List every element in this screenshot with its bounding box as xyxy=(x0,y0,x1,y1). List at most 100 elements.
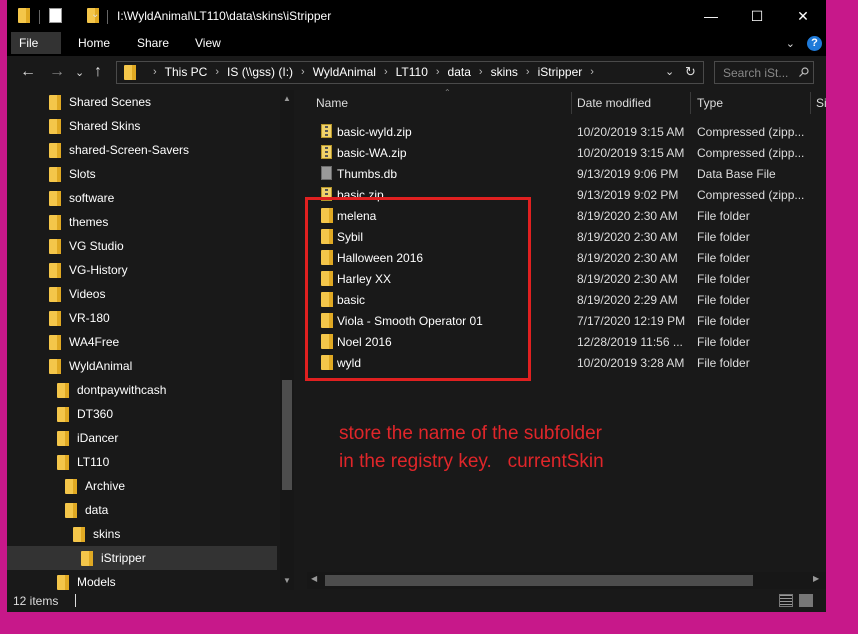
sidebar-item-data[interactable]: data xyxy=(65,498,108,522)
window-title: I:\WyldAnimal\LT110\data\skins\iStripper xyxy=(117,9,332,23)
file-row[interactable]: basic-wyld.zip 10/20/2019 3:15 AM Compress… xyxy=(297,121,826,142)
recent-locations-button[interactable]: ⌄ xyxy=(75,66,84,79)
up-button[interactable]: ↑ xyxy=(94,63,102,81)
help-icon[interactable]: ? xyxy=(807,36,822,51)
sidebar-item-skins[interactable]: skins xyxy=(73,522,120,546)
customize-quick-access-icon[interactable]: ⌄ xyxy=(91,9,99,20)
file-row[interactable]: Thumbs.db 9/13/2019 9:06 PM Data Base File xyxy=(297,163,826,184)
address-dropdown-icon[interactable]: ⌄ xyxy=(665,65,674,78)
sidebar-item-idancer[interactable]: iDancer xyxy=(57,426,118,450)
scroll-right-icon[interactable]: ▶ xyxy=(813,574,819,583)
breadcrumb-item[interactable]: WyldAnimal xyxy=(313,65,376,79)
navigation-bar: ← → ⌄ ↑ › This PC › IS (\\gss) (I:) › Wy… xyxy=(7,56,826,90)
scroll-left-icon[interactable]: ◀ xyxy=(311,574,317,583)
breadcrumb-item[interactable]: LT110 xyxy=(396,65,428,79)
sidebar-item-shared-scenes[interactable]: Shared Scenes xyxy=(49,90,151,114)
file-row[interactable]: basic-WA.zip 10/20/2019 3:15 AM Compressed… xyxy=(297,142,826,163)
folder-icon xyxy=(49,286,61,302)
column-header-name[interactable]: Name xyxy=(316,90,348,116)
sidebar-item-label: software xyxy=(69,191,115,205)
sidebar-item-software[interactable]: software xyxy=(49,186,114,210)
navigation-pane: Shared Scenes Shared Skins shared-Screen… xyxy=(7,90,296,590)
file-list-horizontal-scrollbar[interactable]: ◀ ▶ xyxy=(307,572,826,589)
breadcrumb-item[interactable]: iStripper xyxy=(538,65,583,79)
sidebar-item-label: Videos xyxy=(69,287,106,301)
column-header-size[interactable]: Si xyxy=(816,90,826,116)
sidebar-item-label: LT110 xyxy=(77,455,110,469)
expand-ribbon-icon[interactable]: ⌄ xyxy=(786,37,795,50)
file-name: basic-WA.zip xyxy=(337,146,407,160)
file-date: 8/19/2020 2:30 AM xyxy=(577,272,678,286)
sidebar-item-vg-history[interactable]: VG-History xyxy=(49,258,128,282)
sidebar-item-lt110[interactable]: LT110 xyxy=(57,450,109,474)
sidebar-item-istripper[interactable]: iStripper xyxy=(7,546,277,570)
file-type: File folder xyxy=(697,209,750,223)
sidebar-item-shared-screen-savers[interactable]: shared-Screen-Savers xyxy=(49,138,189,162)
sidebar-item-dt360[interactable]: DT360 xyxy=(57,402,113,426)
sidebar-item-label: dontpaywithcash xyxy=(77,383,167,397)
address-bar[interactable]: › This PC › IS (\\gss) (I:) › WyldAnimal… xyxy=(116,61,704,84)
column-divider[interactable] xyxy=(571,92,572,114)
scroll-up-icon[interactable]: ▲ xyxy=(283,94,291,103)
breadcrumb-item[interactable]: skins xyxy=(491,65,518,79)
refresh-icon[interactable]: ↻ xyxy=(685,64,696,80)
close-button[interactable]: ✕ xyxy=(780,0,826,32)
sidebar-item-label: skins xyxy=(93,527,121,541)
tab-file[interactable]: File xyxy=(11,32,61,54)
details-view-icon[interactable] xyxy=(779,594,793,607)
back-button[interactable]: ← xyxy=(20,63,36,81)
sidebar-item-wyldanimal[interactable]: WyldAnimal xyxy=(49,354,132,378)
sidebar-item-wa4free[interactable]: WA4Free xyxy=(49,330,119,354)
search-icon[interactable] xyxy=(799,67,809,77)
maximize-button[interactable]: ☐ xyxy=(734,0,780,32)
sidebar-item-shared-skins[interactable]: Shared Skins xyxy=(49,114,140,138)
tab-view[interactable]: View xyxy=(183,32,233,54)
ribbon-tabs: File Home Share View ⌄ ? xyxy=(7,32,826,56)
folder-icon xyxy=(49,262,61,278)
properties-icon[interactable] xyxy=(49,8,62,23)
sidebar-item-videos[interactable]: Videos xyxy=(49,282,105,306)
tab-home[interactable]: Home xyxy=(66,32,122,54)
column-header-type[interactable]: Type xyxy=(697,90,723,116)
large-icons-view-icon[interactable] xyxy=(799,594,813,607)
sidebar-item-archive[interactable]: Archive xyxy=(65,474,125,498)
file-date: 9/13/2019 9:06 PM xyxy=(577,167,679,181)
folder-icon xyxy=(57,454,69,470)
sidebar-item-dontpaywithcash[interactable]: dontpaywithcash xyxy=(57,378,166,402)
column-divider[interactable] xyxy=(690,92,691,114)
breadcrumb-item[interactable]: IS (\\gss) (I:) xyxy=(227,65,293,79)
breadcrumb-item[interactable]: data xyxy=(448,65,471,79)
sidebar-item-label: WyldAnimal xyxy=(69,359,133,373)
tab-share[interactable]: Share xyxy=(125,32,181,54)
file-type: File folder xyxy=(697,272,750,286)
folder-icon xyxy=(57,430,69,446)
sidebar-item-vg-studio[interactable]: VG Studio xyxy=(49,234,124,258)
folder-icon xyxy=(57,382,69,398)
sidebar-scroll-thumb[interactable] xyxy=(282,380,292,490)
sidebar-item-models[interactable]: Models xyxy=(57,570,116,590)
breadcrumb-separator: › xyxy=(590,66,594,78)
scroll-down-icon[interactable]: ▼ xyxy=(283,576,291,585)
sidebar-item-label: VG Studio xyxy=(69,239,124,253)
file-date: 12/28/2019 11:56 ... xyxy=(577,335,683,349)
file-type: Compressed (zipp... xyxy=(697,146,805,160)
folder-icon xyxy=(49,214,61,230)
breadcrumb-separator: › xyxy=(383,66,388,78)
sidebar-item-vr-180[interactable]: VR-180 xyxy=(49,306,110,330)
forward-button[interactable]: → xyxy=(49,63,65,81)
sidebar-item-slots[interactable]: Slots xyxy=(49,162,96,186)
sidebar-item-label: Archive xyxy=(85,479,126,493)
horizontal-scroll-thumb[interactable] xyxy=(325,575,753,586)
sidebar-scrollbar[interactable]: ▲ ▼ xyxy=(280,90,294,590)
sidebar-item-themes[interactable]: themes xyxy=(49,210,108,234)
minimize-button[interactable]: — xyxy=(688,0,734,32)
breadcrumb-item[interactable]: This PC xyxy=(165,65,208,79)
search-input[interactable]: Search iSt... xyxy=(714,61,814,84)
sidebar-item-label: Models xyxy=(77,575,116,589)
column-divider[interactable] xyxy=(810,92,811,114)
breadcrumb-separator: › xyxy=(301,66,305,78)
file-type: Compressed (zipp... xyxy=(697,125,805,139)
folder-icon xyxy=(65,478,77,494)
file-type: File folder xyxy=(697,251,750,265)
column-header-date-modified[interactable]: Date modified xyxy=(577,90,651,116)
